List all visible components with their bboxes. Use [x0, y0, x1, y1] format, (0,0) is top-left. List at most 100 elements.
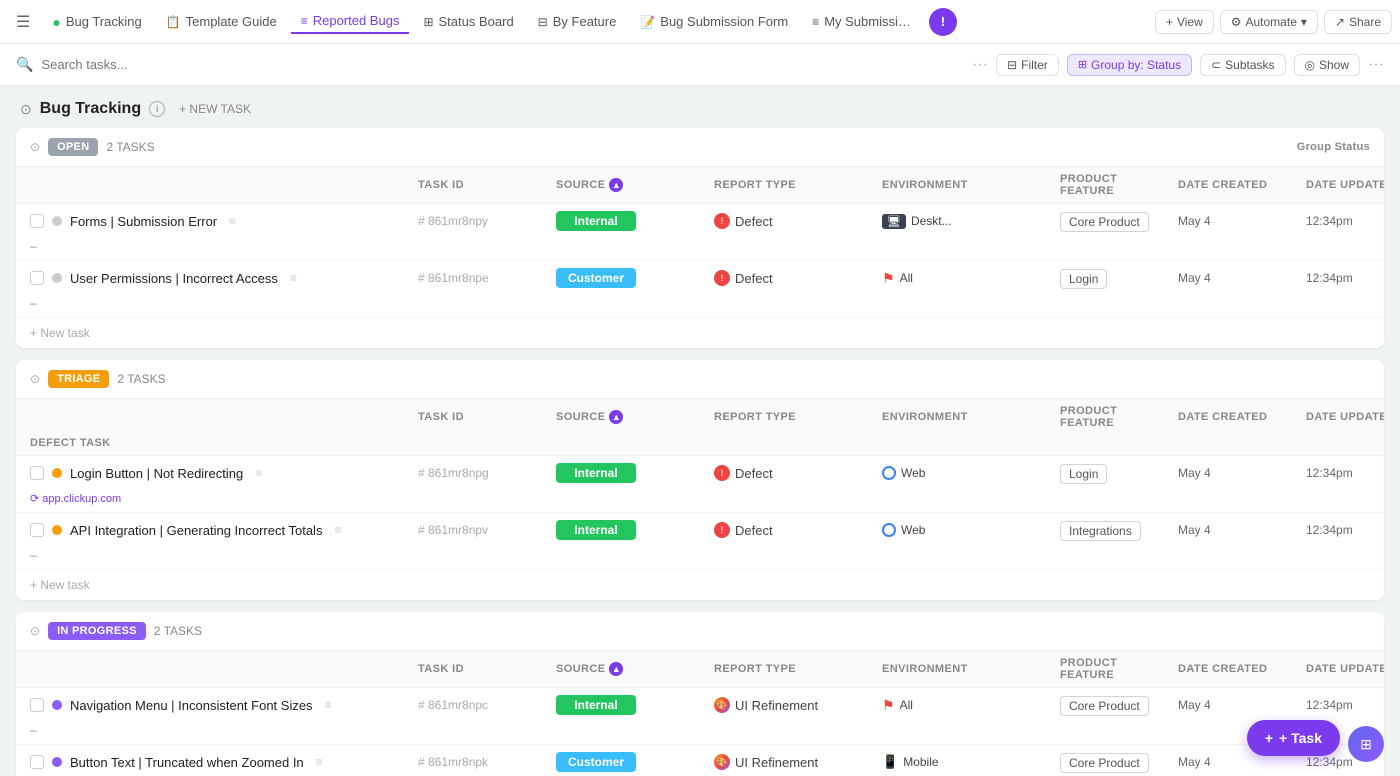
source-badge-cell: Internal [556, 211, 706, 231]
task-menu-icon[interactable]: ≡ [316, 755, 323, 769]
date-updated: 12:34pm [1306, 271, 1384, 285]
show-button[interactable]: ◎ Show [1294, 54, 1361, 76]
defect-task-cell: ⟳ app.clickup.com [30, 491, 410, 505]
defect-task-cell: – [30, 723, 410, 737]
share-button[interactable]: ↗ Share [1324, 10, 1392, 34]
notifications-icon[interactable]: ! [929, 8, 957, 36]
task-name[interactable]: API Integration | Generating Incorrect T… [70, 523, 322, 538]
defect-link[interactable]: ⟳ app.clickup.com [30, 493, 121, 505]
view-label: View [1177, 15, 1203, 29]
nav-tab-bug-submission[interactable]: 📝 Bug Submission Form [630, 10, 798, 33]
col-header-env-inprogress: ENVIRONMENT [882, 663, 1052, 675]
nav-tab-bug-tracking[interactable]: ● Bug Tracking [42, 10, 151, 34]
toolbar-more-icon[interactable]: ··· [1368, 56, 1384, 74]
feature-cell: Integrations [1060, 523, 1170, 538]
task-name[interactable]: Forms | Submission Error [70, 214, 217, 229]
col-header-feature-triage: PRODUCT FEATURE [1060, 405, 1170, 429]
subtasks-button[interactable]: ⊂ Subtasks [1200, 54, 1285, 76]
new-task-header-button[interactable]: + NEW TASK [173, 100, 257, 118]
search-input[interactable] [41, 57, 960, 72]
group-inprogress-toggle[interactable]: ⊙ [30, 624, 40, 638]
env-desktop-icon: 🖥 [882, 214, 906, 229]
task-name[interactable]: User Permissions | Incorrect Access [70, 271, 278, 286]
bug-submission-icon: 📝 [640, 15, 655, 29]
more-options-icon[interactable]: ··· [972, 56, 988, 74]
nav-tab-status-board-label: Status Board [439, 14, 514, 29]
page-title: Bug Tracking [40, 100, 141, 118]
new-task-row[interactable]: + New task [16, 570, 1384, 600]
group-by-button[interactable]: ⊞ Group by: Status [1067, 54, 1192, 76]
feature-badge: Core Product [1060, 753, 1149, 773]
task-menu-icon[interactable]: ≡ [334, 523, 341, 537]
template-guide-icon: 📋 [166, 15, 181, 29]
group-status-label: Group Status [1297, 141, 1370, 153]
source-badge: Internal [556, 520, 636, 540]
task-checkbox[interactable] [30, 755, 44, 769]
search-icon: 🔍 [16, 56, 33, 73]
col-header-date-updated-open: DATE UPDATED [1306, 179, 1384, 191]
source-sort-icon-inprogress: ▲ [609, 662, 623, 676]
info-icon[interactable]: i [149, 101, 165, 117]
col-header-date-updated-triage: DATE UPDATED [1306, 411, 1384, 423]
nav-tab-by-feature[interactable]: ⊟ By Feature [528, 10, 627, 33]
col-header-report-open: REPORT TYPE [714, 179, 874, 191]
task-id: # 861mr8npc [418, 698, 548, 712]
nav-tab-reported-bugs[interactable]: ≡ Reported Bugs [291, 9, 410, 34]
env-cell: 🖥 Deskt... [882, 214, 1052, 229]
env-cell: Web [882, 466, 1052, 480]
add-task-fab[interactable]: + + Task [1247, 720, 1340, 756]
group-triage-toggle[interactable]: ⊙ [30, 372, 40, 386]
view-button[interactable]: + View [1155, 10, 1214, 34]
sidebar-toggle-icon[interactable]: ☰ [8, 8, 38, 36]
task-row: Button Text | Truncated when Zoomed In ≡… [16, 745, 1384, 776]
group-inprogress-badge: IN PROGRESS [48, 622, 146, 640]
nav-tab-my-submission-label: My Submissi… [824, 14, 911, 29]
env-cell: ⚑ All [882, 697, 1052, 714]
group-open-badge: OPEN [48, 138, 98, 156]
task-name[interactable]: Login Button | Not Redirecting [70, 466, 243, 481]
nav-tab-template-guide[interactable]: 📋 Template Guide [156, 10, 287, 33]
feature-badge: Login [1060, 269, 1107, 289]
report-type-cell: ! Defect [714, 522, 874, 538]
env-mobile-icon: 📱 [882, 754, 898, 770]
task-id: # 861mr8npy [418, 214, 548, 228]
task-checkbox[interactable] [30, 214, 44, 228]
task-checkbox[interactable] [30, 466, 44, 480]
source-badge: Internal [556, 463, 636, 483]
task-status-dot [52, 468, 62, 478]
col-header-date-created-inprogress: DATE CREATED [1178, 663, 1298, 675]
task-name[interactable]: Button Text | Truncated when Zoomed In [70, 755, 304, 770]
col-header-report-triage: REPORT TYPE [714, 411, 874, 423]
page-title-toggle[interactable]: ⊙ [20, 101, 32, 118]
task-menu-icon[interactable]: ≡ [229, 214, 236, 228]
task-row: Login Button | Not Redirecting ≡ # 861mr… [16, 456, 1384, 513]
filter-button[interactable]: ⊟ Filter [996, 54, 1059, 76]
task-menu-icon[interactable]: ≡ [290, 271, 297, 285]
avatar[interactable]: ⊞ [1348, 726, 1384, 762]
report-type-label: Defect [735, 271, 773, 286]
group-by-label: Group by: Status [1091, 58, 1181, 72]
automate-button[interactable]: ⚙ Automate ▾ [1220, 10, 1318, 34]
report-type-cell: ! Defect [714, 270, 874, 286]
group-open-toggle[interactable]: ⊙ [30, 140, 40, 154]
automate-chevron: ▾ [1301, 15, 1307, 29]
task-name-cell: API Integration | Generating Incorrect T… [30, 523, 410, 538]
task-checkbox[interactable] [30, 523, 44, 537]
new-task-row[interactable]: + New task [16, 318, 1384, 348]
task-menu-icon[interactable]: ≡ [325, 698, 332, 712]
group-open: ⊙ OPEN 2 TASKS Group Status TASK ID SOUR… [16, 128, 1384, 348]
reported-bugs-icon: ≡ [301, 14, 308, 28]
fab-plus-icon: + [1265, 730, 1273, 746]
task-menu-icon[interactable]: ≡ [255, 466, 262, 480]
task-name[interactable]: Navigation Menu | Inconsistent Font Size… [70, 698, 313, 713]
task-checkbox[interactable] [30, 271, 44, 285]
date-created: May 4 [1178, 466, 1298, 480]
defect-task-cell: – [30, 548, 410, 562]
show-label: Show [1319, 58, 1349, 72]
nav-tab-my-submission[interactable]: ≡ My Submissi… [802, 10, 921, 33]
task-name-cell: Forms | Submission Error ≡ [30, 214, 410, 229]
nav-tab-status-board[interactable]: ⊞ Status Board [413, 10, 523, 33]
col-header-date-created-open: DATE CREATED [1178, 179, 1298, 191]
task-checkbox[interactable] [30, 698, 44, 712]
subtasks-icon: ⊂ [1211, 58, 1221, 72]
